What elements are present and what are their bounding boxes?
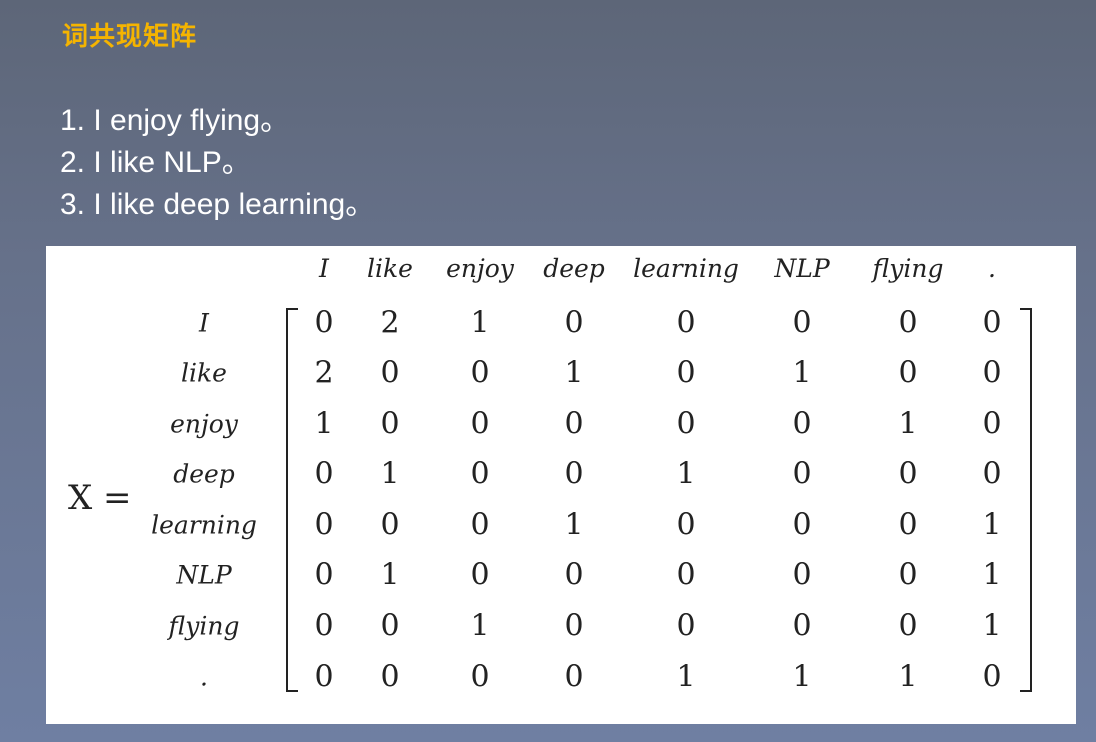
row-label: flying — [168, 611, 240, 641]
matrix-cell: 1 — [314, 406, 334, 442]
matrix-cell: 0 — [676, 355, 696, 391]
row-label: enjoy — [170, 409, 238, 439]
matrix-symbol: X = — [68, 478, 132, 518]
row-label: NLP — [176, 560, 232, 590]
matrix-cell: 0 — [380, 659, 400, 695]
matrix-cell: 0 — [564, 456, 584, 492]
matrix-cell: 0 — [792, 608, 812, 644]
matrix-cell: 0 — [470, 659, 490, 695]
row-label: learning — [151, 510, 257, 540]
matrix-cell: 2 — [314, 355, 334, 391]
matrix-cell: 1 — [676, 456, 696, 492]
sentence-2: 2. I like NLP。 — [60, 146, 252, 179]
matrix-cell: 1 — [380, 456, 400, 492]
matrix-cell: 1 — [676, 659, 696, 695]
matrix-cell: 0 — [314, 507, 334, 543]
matrix-cell: 0 — [380, 507, 400, 543]
row-label: like — [181, 358, 227, 388]
column-label: flying — [872, 254, 944, 283]
matrix-cell: 0 — [564, 557, 584, 593]
matrix-cell: 0 — [380, 406, 400, 442]
left-bracket — [286, 308, 298, 692]
sentence-1: 1. I enjoy flying。 — [60, 104, 291, 137]
right-bracket — [1020, 308, 1032, 692]
matrix-cell: 1 — [792, 659, 812, 695]
row-label: . — [200, 662, 208, 692]
matrix-cell: 0 — [982, 406, 1002, 442]
matrix-cell: 0 — [982, 456, 1002, 492]
matrix-cell: 0 — [470, 355, 490, 391]
matrix-cell: 1 — [380, 557, 400, 593]
example-sentences: 1. I enjoy flying。 2. I like NLP。 3. I l… — [60, 100, 375, 226]
matrix-cell: 0 — [470, 507, 490, 543]
matrix-cell: 0 — [470, 456, 490, 492]
matrix-cell: 0 — [314, 557, 334, 593]
matrix-cell: 0 — [898, 608, 918, 644]
matrix-cell: 0 — [792, 406, 812, 442]
matrix-cell: 0 — [898, 507, 918, 543]
cooccurrence-matrix-panel: X = Ilike enjoy deep learning NLP flying. Ilik… — [46, 246, 1076, 724]
matrix-cell: 0 — [898, 456, 918, 492]
matrix-cell: 0 — [314, 659, 334, 695]
matrix-cell: 1 — [982, 608, 1002, 644]
matrix-cell: 0 — [676, 608, 696, 644]
column-label: I — [319, 254, 329, 283]
matrix-cell: 1 — [792, 355, 812, 391]
matrix-cell: 0 — [314, 305, 334, 341]
matrix-cell: 0 — [676, 507, 696, 543]
matrix-cell: 0 — [676, 557, 696, 593]
matrix-cell: 1 — [982, 557, 1002, 593]
column-label: NLP — [774, 254, 830, 283]
matrix-cell: 0 — [792, 557, 812, 593]
matrix-cell: 0 — [676, 406, 696, 442]
column-label: . — [988, 254, 996, 283]
matrix-cell: 1 — [470, 305, 490, 341]
column-label: like — [367, 254, 413, 283]
matrix-cell: 0 — [898, 305, 918, 341]
matrix-cell: 1 — [564, 507, 584, 543]
matrix-cell: 0 — [564, 305, 584, 341]
row-label: deep — [173, 459, 235, 489]
matrix-cell: 0 — [380, 608, 400, 644]
matrix-cell: 0 — [314, 608, 334, 644]
matrix-cell: 0 — [982, 659, 1002, 695]
matrix-cell: 0 — [792, 456, 812, 492]
matrix-cell: 0 — [792, 507, 812, 543]
column-label: deep — [543, 254, 605, 283]
slide-title: 词共现矩阵 — [62, 22, 198, 52]
sentence-3: 3. I like deep learning。 — [60, 188, 376, 221]
matrix-cell: 1 — [898, 406, 918, 442]
row-label: I — [199, 308, 209, 338]
matrix-cell: 0 — [314, 456, 334, 492]
matrix-cell: 1 — [982, 507, 1002, 543]
column-label: enjoy — [446, 254, 514, 283]
matrix-cell: 1 — [470, 608, 490, 644]
matrix-cell: 0 — [792, 305, 812, 341]
matrix-cell: 0 — [470, 406, 490, 442]
matrix-cell: 0 — [380, 355, 400, 391]
matrix-cell: 1 — [564, 355, 584, 391]
matrix-cell: 0 — [982, 355, 1002, 391]
matrix-cell: 0 — [564, 406, 584, 442]
matrix-cell: 0 — [564, 608, 584, 644]
matrix-cell: 0 — [898, 557, 918, 593]
matrix-cell: 0 — [898, 355, 918, 391]
matrix-cell: 0 — [564, 659, 584, 695]
matrix-cell: 2 — [380, 305, 400, 341]
matrix-cell: 1 — [898, 659, 918, 695]
matrix-cell: 0 — [470, 557, 490, 593]
column-label: learning — [633, 254, 739, 283]
matrix-cell: 0 — [676, 305, 696, 341]
matrix-cell: 0 — [982, 305, 1002, 341]
